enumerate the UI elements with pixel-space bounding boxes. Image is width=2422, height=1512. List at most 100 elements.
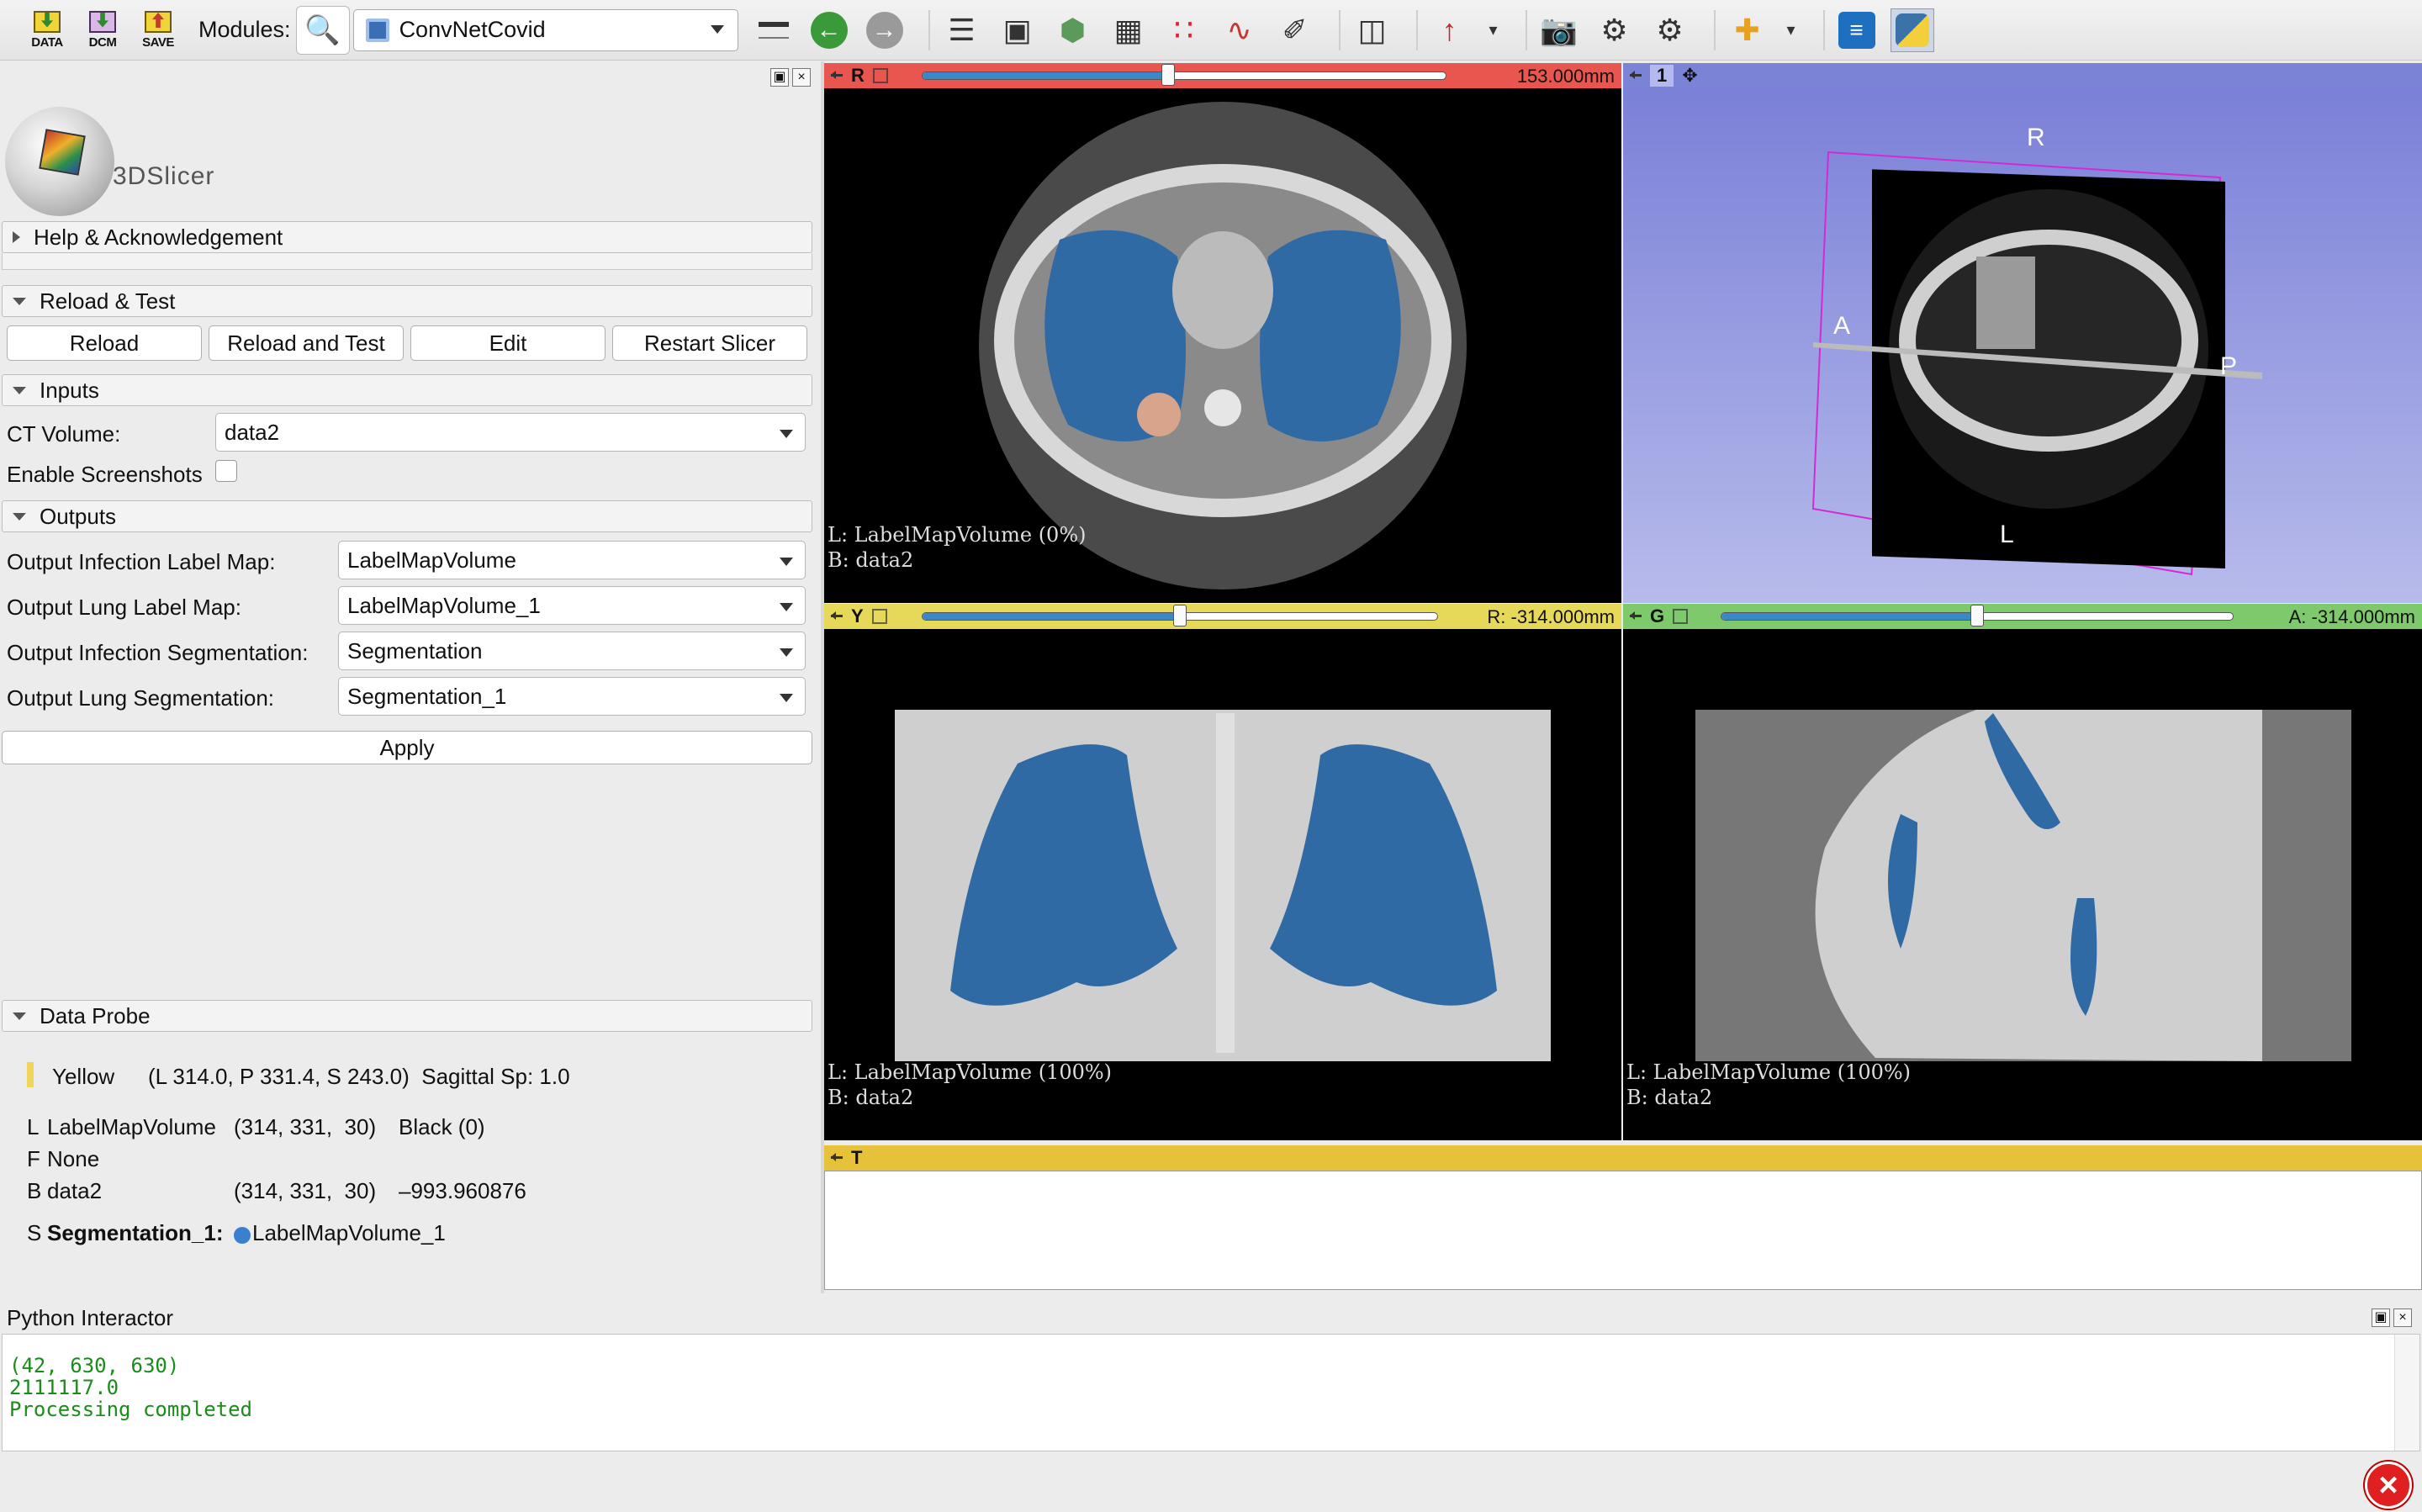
load-dicom-button[interactable]: DCM [81,8,124,52]
module-selector[interactable]: ConvNetCovid [352,8,738,51]
back-arrow-icon: ← [810,11,848,49]
link-icon[interactable] [872,68,888,83]
back-button[interactable]: ← [807,8,851,52]
ct-volume-label: CT Volume: [7,421,121,447]
transforms-module-button[interactable]: ▦ [1107,8,1150,52]
pin-icon[interactable] [831,71,844,81]
forward-button[interactable]: → [863,8,907,52]
models-module-button[interactable]: ⬢ [1051,8,1095,52]
chevron-down-icon: ▾ [1489,20,1498,40]
chevron-down-icon [780,558,793,566]
green-slice-slider[interactable] [1721,605,2234,626]
layout-button[interactable]: ◫ [1351,8,1394,52]
probe-segment-prefix: S [27,1220,42,1245]
pin-icon[interactable] [1630,611,1643,621]
python-scrollbar[interactable] [2394,1335,2419,1451]
screenshot-button[interactable]: 📷 [1537,8,1581,52]
extensions-icon: ≡ [1838,11,1875,49]
reload-button[interactable]: Reload [7,325,202,361]
probe-layer-b-ijk: (314, 331, 30) [234,1178,377,1203]
data-probe-section-title: Data Probe [40,1002,151,1028]
close-panel-button[interactable]: × [792,68,811,87]
output-infection-labelmap-selector[interactable]: LabelMapVolume [338,541,806,579]
pin-icon[interactable] [831,611,844,621]
inputs-section-header[interactable]: Inputs [2,374,812,406]
edit-button[interactable]: Edit [410,325,606,361]
data-probe-section-header[interactable]: Data Probe [2,1000,812,1032]
link-icon[interactable] [1673,609,1689,624]
close-icon: × [2398,1310,2407,1324]
table-view-controller: T [824,1145,2422,1171]
link-icon[interactable] [871,609,887,624]
save-data-button[interactable]: SAVE [136,8,180,52]
segment-color-dot-icon [234,1227,251,1244]
apply-button[interactable]: Apply [2,731,812,764]
slider-handle[interactable] [1161,64,1176,86]
yellow-slice-view[interactable]: L: LabelMapVolume (100%) B: data2 [824,629,1621,1140]
python-logo-icon [1895,13,1929,47]
scene-view-edit-button[interactable]: ⚙ [1648,8,1692,52]
segment-editor-button[interactable]: ✐ [1273,8,1317,52]
probe-layer-l-name: LabelMapVolume [47,1114,216,1139]
table-view[interactable] [824,1171,2422,1290]
grid-transform-icon: ▦ [1113,12,1143,47]
orientation-label-p: P [2220,352,2238,380]
slider-handle[interactable] [1970,605,1984,626]
reload-and-test-button[interactable]: Reload and Test [209,325,404,361]
load-data-button[interactable]: DATA [25,8,69,52]
module-icon [365,18,389,42]
slider-handle[interactable] [1173,605,1187,626]
curve-module-button[interactable]: ∿ [1218,8,1261,52]
mouse-mode-button[interactable]: ↑ [1428,8,1472,52]
float-panel-button[interactable]: ▣ [770,68,789,87]
scene-view-button[interactable]: ⚙ [1593,8,1637,52]
python-console-button[interactable] [1890,8,1934,52]
threed-view-controller: 1 ✥ [1623,63,2422,88]
python-window-controls: ▣ × [2372,1308,2412,1327]
yellow-slice-slider[interactable] [922,605,1438,626]
output-lung-segmentation-selector[interactable]: Segmentation_1 [338,677,806,716]
probe-layer-l-prefix: L [27,1114,40,1139]
markups-module-button[interactable]: ∷ [1162,8,1206,52]
pin-icon[interactable] [831,1153,844,1163]
crosshair-button[interactable]: ✚ [1726,8,1769,52]
output-lung-labelmap-label: Output Lung Label Map: [7,595,241,620]
help-section-header[interactable]: Help & Acknowledgement [2,221,812,253]
python-output-line: Processing completed [9,1398,252,1421]
pin-icon[interactable] [1630,71,1643,81]
camera-icon: 📷 [1540,12,1578,47]
restart-slicer-button[interactable]: Restart Slicer [612,325,807,361]
enable-screenshots-checkbox[interactable] [215,460,237,482]
float-icon: ▣ [773,70,786,84]
ct-volume-selector[interactable]: data2 [215,413,806,452]
red-slice-slider[interactable] [922,64,1446,86]
error-log-button[interactable]: × [2365,1462,2412,1509]
volumes-module-button[interactable]: ▣ [996,8,1039,52]
data-module-button[interactable]: ☰ [940,8,984,52]
green-slice-view[interactable]: L: LabelMapVolume (100%) B: data2 [1623,629,2422,1140]
expanded-arrow-icon [13,386,26,394]
red-slice-view[interactable]: L: LabelMapVolume (0%) B: data2 [824,88,1621,603]
close-python-button[interactable]: × [2393,1308,2412,1327]
logo-cube [39,129,86,176]
reload-section-header[interactable]: Reload & Test [2,285,812,317]
save-icon: SAVE [140,10,177,50]
green-view-letter: G [1650,605,1665,626]
module-history-button[interactable] [752,8,796,52]
mouse-mode-dropdown[interactable]: ▾ [1483,8,1504,52]
yellow-view-letter: Y [851,605,864,626]
output-infection-segmentation-selector[interactable]: Segmentation [338,632,806,670]
expanded-arrow-icon [13,512,26,521]
probe-layer-b-prefix: B [27,1178,42,1203]
output-lung-labelmap-selector[interactable]: LabelMapVolume_1 [338,586,806,625]
float-python-button[interactable]: ▣ [2372,1308,2390,1327]
probe-layer-l-ijk: (314, 331, 30) [234,1114,377,1139]
threed-view[interactable]: R A P L [1623,88,2422,603]
module-search-button[interactable]: 🔍 [295,5,350,55]
python-console[interactable]: (42, 630, 630) 2111117.0 Processing comp… [2,1334,2420,1451]
crosshair-dropdown[interactable]: ▾ [1781,8,1801,52]
extensions-manager-button[interactable]: ≡ [1835,8,1879,52]
center-view-icon[interactable]: ✥ [1682,65,1697,87]
curve-icon: ∿ [1226,12,1252,47]
outputs-section-header[interactable]: Outputs [2,500,812,532]
